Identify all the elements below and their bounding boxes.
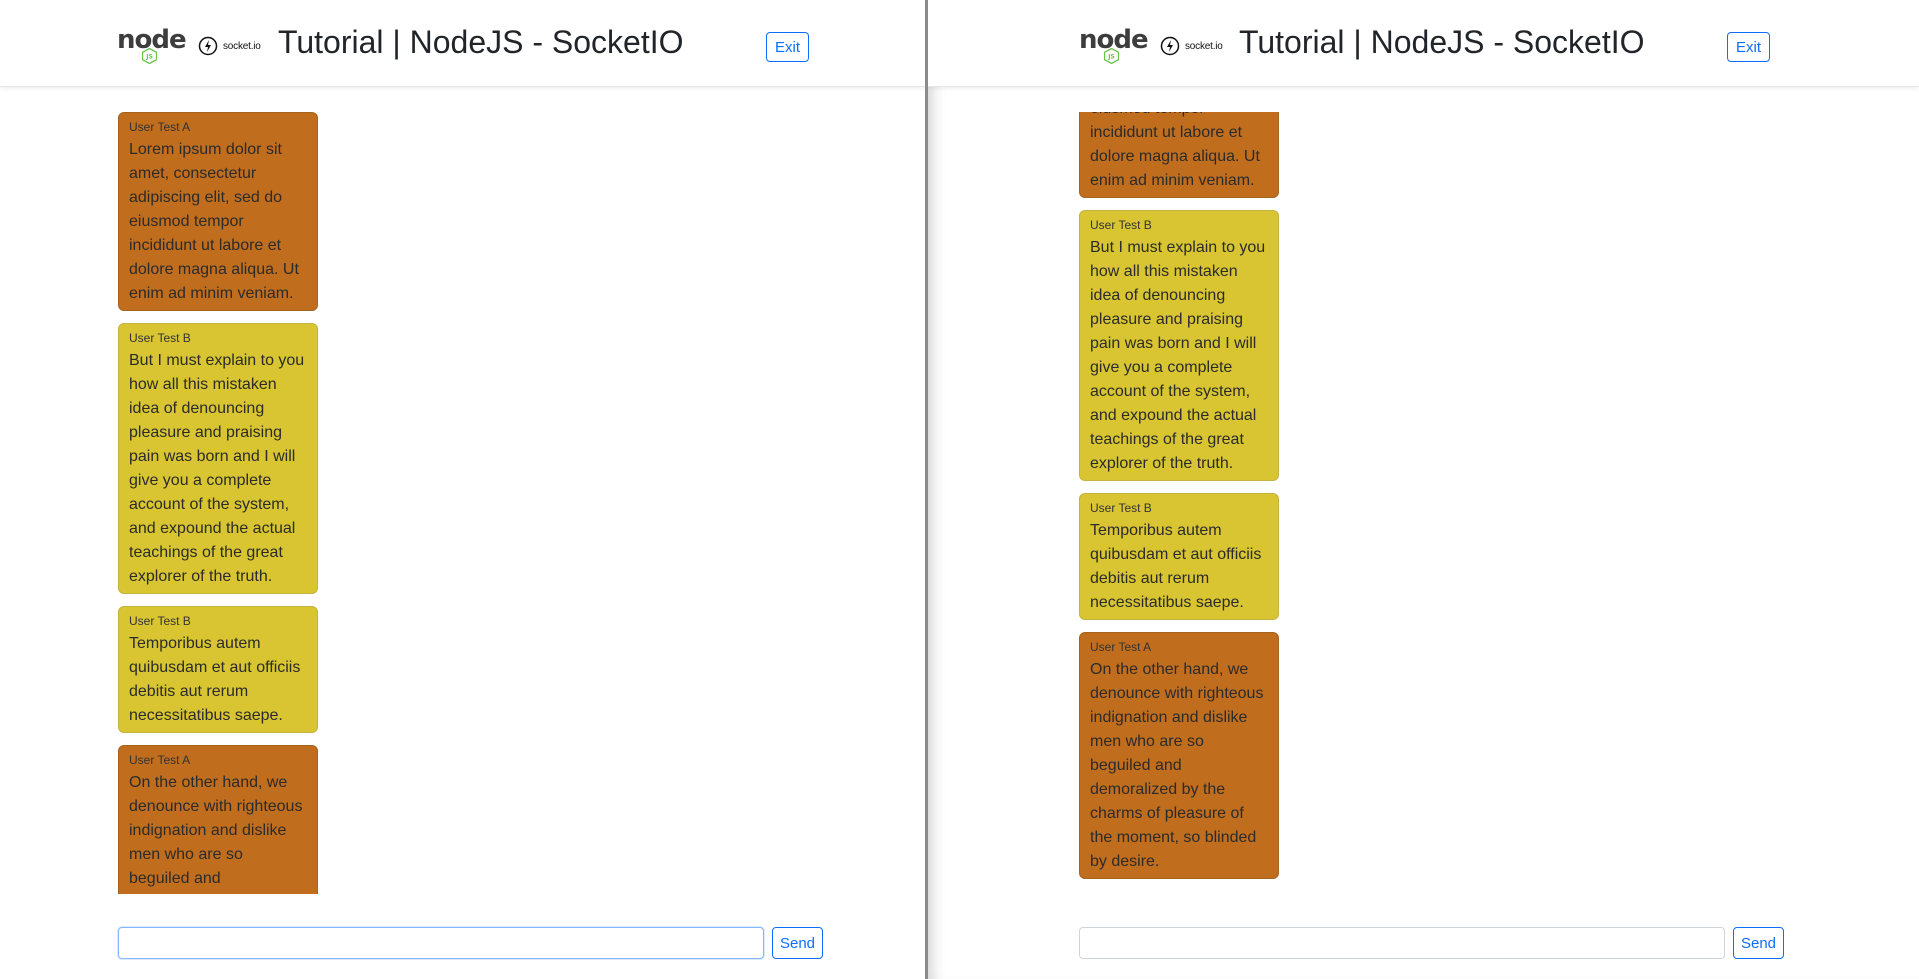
message-author: User Test B xyxy=(1090,218,1152,232)
message-bubble: User Test B But I must explain to you ho… xyxy=(1079,210,1279,481)
message-input[interactable] xyxy=(1079,927,1725,959)
left-browser-window: node JS socket.io Tutorial | NodeJS - So… xyxy=(0,0,926,979)
socket-io-bolt-icon xyxy=(1160,36,1180,56)
message-bubble: User Test B Temporibus autem quibusdam e… xyxy=(118,606,318,733)
svg-text:JS: JS xyxy=(1107,54,1115,61)
message-bubble: User Test A On the other hand, we denoun… xyxy=(1079,632,1279,879)
node-js-logo-icon: node JS xyxy=(1079,27,1149,64)
message-text: Temporibus autem quibusdam et aut offici… xyxy=(1090,522,1262,611)
message-text: Lorem ipsum dolor sit amet, consectetur … xyxy=(1090,112,1260,189)
exit-button[interactable]: Exit xyxy=(766,32,809,62)
exit-button[interactable]: Exit xyxy=(1727,32,1770,62)
message-author: User Test A xyxy=(129,120,191,134)
right-browser-window: node JS socket.io Tutorial | NodeJS - So… xyxy=(928,0,1919,979)
page-title: Tutorial | NodeJS - SocketIO xyxy=(1239,24,1645,60)
page-title: Tutorial | NodeJS - SocketIO xyxy=(278,24,684,60)
socket-io-bolt-icon xyxy=(198,36,218,56)
node-hex-icon: JS xyxy=(142,48,157,64)
message-text: Lorem ipsum dolor sit amet, consectetur … xyxy=(129,141,299,302)
socket-io-logo-icon: socket.io xyxy=(198,36,261,56)
message-bubble: User Test A Lorem ipsum dolor sit amet, … xyxy=(1079,112,1279,198)
send-button[interactable]: Send xyxy=(1733,927,1784,959)
message-author: User Test A xyxy=(129,753,191,767)
socket-io-logo-icon: socket.io xyxy=(1160,36,1223,56)
message-text: On the other hand, we denounce with righ… xyxy=(1090,661,1264,870)
message-text: But I must explain to you how all this m… xyxy=(129,352,305,585)
message-bubble: User Test B But I must explain to you ho… xyxy=(118,323,318,594)
message-bubble: User Test A Lorem ipsum dolor sit amet, … xyxy=(118,112,318,311)
app-header: node JS socket.io Tutorial | NodeJS - So… xyxy=(928,0,1919,87)
logos: node JS socket.io xyxy=(117,27,261,64)
message-bubble: User Test A On the other hand, we denoun… xyxy=(118,745,318,894)
message-author: User Test B xyxy=(1090,501,1152,515)
message-bubble: User Test B Temporibus autem quibusdam e… xyxy=(1079,493,1279,620)
message-author: User Test A xyxy=(1090,640,1152,654)
chat-messages[interactable]: User Test A Lorem ipsum dolor sit amet, … xyxy=(1079,112,1279,894)
svg-text:JS: JS xyxy=(145,54,153,61)
message-text: Temporibus autem quibusdam et aut offici… xyxy=(129,635,301,724)
node-hex-icon: JS xyxy=(1104,48,1119,64)
send-button[interactable]: Send xyxy=(772,927,823,959)
message-text: On the other hand, we denounce with righ… xyxy=(129,774,303,887)
chat-messages[interactable]: User Test A Lorem ipsum dolor sit amet, … xyxy=(118,112,318,894)
message-input[interactable] xyxy=(118,927,764,959)
logos: node JS socket.io xyxy=(1079,27,1223,64)
app-header: node JS socket.io Tutorial | NodeJS - So… xyxy=(0,0,926,87)
message-author: User Test B xyxy=(129,331,191,345)
node-js-logo-icon: node JS xyxy=(117,27,187,64)
message-text: But I must explain to you how all this m… xyxy=(1090,239,1266,472)
message-author: User Test B xyxy=(129,614,191,628)
